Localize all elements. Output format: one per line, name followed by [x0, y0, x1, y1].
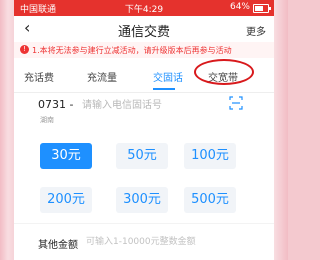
amount-option[interactable]: 50元	[116, 143, 168, 169]
notice-banner: ! 1.本将无法参与建行立减活动，请升级版本后再参与活动	[14, 42, 274, 58]
alert-icon: !	[20, 45, 29, 54]
other-amount-label: 其他金额	[38, 240, 78, 251]
app-screen: 中国联通 下午4:29 64% ‹ 通信交费 更多 ! 1.本将无法参与建行立减…	[14, 0, 274, 260]
tab-landline[interactable]: 交固话	[153, 69, 183, 84]
tab-data-topup[interactable]: 充流量	[87, 69, 117, 84]
amount-option[interactable]: 200元	[40, 187, 92, 213]
active-tab-indicator	[153, 88, 175, 90]
area-code: 0731 -	[38, 98, 73, 111]
other-amount-row: 其他金额	[14, 224, 274, 260]
amount-option[interactable]: 100元	[184, 143, 236, 169]
amount-option[interactable]: 500元	[184, 187, 236, 213]
landline-number-input[interactable]	[82, 95, 222, 115]
nav-bar: ‹ 通信交费 更多	[14, 16, 274, 42]
tab-phone-topup[interactable]: 充话费	[24, 69, 54, 84]
amount-option[interactable]: 30元	[40, 143, 92, 169]
battery-icon	[253, 4, 271, 13]
amount-grid: 30元 50元 100元 200元 300元 500元	[14, 123, 274, 223]
notice-text: 1.本将无法参与建行立减活动，请升级版本后再参与活动	[32, 46, 232, 55]
highlight-circle	[194, 59, 254, 85]
other-amount-input[interactable]	[86, 233, 246, 251]
scan-icon[interactable]	[229, 96, 243, 110]
area-code-value: 0731	[38, 98, 66, 111]
battery-percent: 64%	[229, 2, 250, 12]
amount-option[interactable]: 300元	[116, 187, 168, 213]
more-button[interactable]: 更多	[246, 23, 266, 38]
page-title: 通信交费	[117, 25, 170, 40]
status-bar: 中国联通 下午4:29 64%	[14, 0, 274, 16]
area-code-separator: -	[69, 98, 74, 111]
phone-number-row: 0731 - 湖南	[14, 93, 274, 124]
